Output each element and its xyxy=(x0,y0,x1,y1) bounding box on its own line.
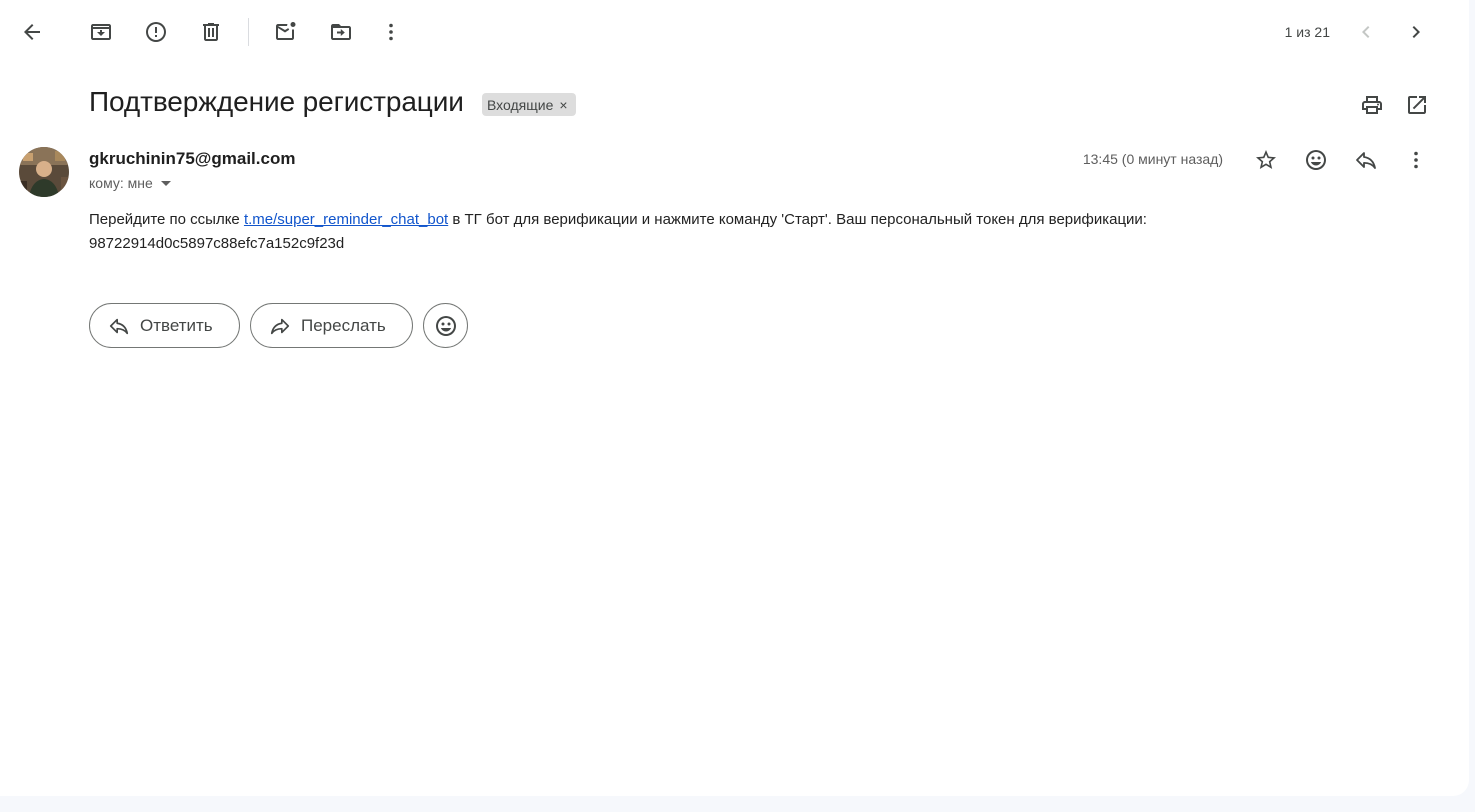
star-icon xyxy=(1256,150,1276,169)
back-icon xyxy=(24,24,40,40)
open-in-new-icon xyxy=(1408,96,1426,114)
more-vert-icon xyxy=(1414,151,1418,169)
more-vert-icon xyxy=(389,23,393,41)
label-chip-text: Входящие xyxy=(487,96,554,113)
avatar-photo-icon xyxy=(19,147,69,197)
archive-button[interactable] xyxy=(81,12,121,52)
report-spam-icon xyxy=(146,22,166,42)
chevron-left-icon xyxy=(1362,26,1370,38)
message-more-button[interactable] xyxy=(1396,140,1436,180)
mark-unread-icon xyxy=(276,22,296,40)
message-view: 1 из 21 Подтверждение регистрации Входящ… xyxy=(0,0,1469,796)
emoji-icon xyxy=(435,315,456,336)
reply-icon xyxy=(1356,152,1376,169)
print-all-button[interactable] xyxy=(1352,85,1392,125)
reply-icon xyxy=(109,318,129,334)
newer-message-button[interactable] xyxy=(1346,12,1386,52)
delete-icon xyxy=(203,23,219,41)
forward-icon xyxy=(270,318,290,334)
mark-unread-button[interactable] xyxy=(266,12,306,52)
label-chip-inbox[interactable]: Входящие × xyxy=(482,93,576,116)
sender-avatar[interactable] xyxy=(19,147,69,197)
remove-label-button[interactable]: × xyxy=(559,97,567,113)
print-icon xyxy=(1362,96,1382,114)
move-to-icon xyxy=(331,24,351,40)
message-body: Перейдите по ссылке t.me/super_reminder_… xyxy=(89,208,1289,256)
chevron-right-icon xyxy=(1412,26,1420,38)
message-subject: Подтверждение регистрации xyxy=(89,86,464,117)
star-button[interactable] xyxy=(1246,140,1286,180)
report-spam-button[interactable] xyxy=(136,12,176,52)
move-to-button[interactable] xyxy=(321,12,361,52)
telegram-bot-link[interactable]: t.me/super_reminder_chat_bot xyxy=(244,211,448,228)
reply-button-label: Ответить xyxy=(140,315,213,335)
archive-icon xyxy=(91,24,111,40)
emoji-reaction-button[interactable] xyxy=(423,303,468,348)
forward-button-label: Переслать xyxy=(301,315,386,335)
recipient-details-toggle[interactable]: кому: мне xyxy=(89,175,171,191)
reply-button[interactable]: Ответить xyxy=(89,303,240,348)
reply-icon-button[interactable] xyxy=(1346,140,1386,180)
sender-email: gkruchinin75@gmail.com xyxy=(89,149,296,168)
older-message-button[interactable] xyxy=(1396,12,1436,52)
more-actions-button[interactable] xyxy=(371,12,411,52)
back-button[interactable] xyxy=(12,12,52,52)
recipient-text: кому: мне xyxy=(89,175,153,191)
emoji-icon xyxy=(1306,150,1326,170)
caret-down-icon xyxy=(160,180,171,186)
body-text-before-link: Перейдите по ссылке xyxy=(89,211,244,228)
message-timestamp: 13:45 (0 минут назад) xyxy=(1082,151,1223,167)
delete-button[interactable] xyxy=(191,12,231,52)
add-reaction-button[interactable] xyxy=(1296,140,1336,180)
forward-button[interactable]: Переслать xyxy=(250,303,413,348)
pagination-count: 1 из 21 xyxy=(1284,24,1330,40)
open-new-window-button[interactable] xyxy=(1397,85,1437,125)
toolbar-divider xyxy=(248,18,249,46)
